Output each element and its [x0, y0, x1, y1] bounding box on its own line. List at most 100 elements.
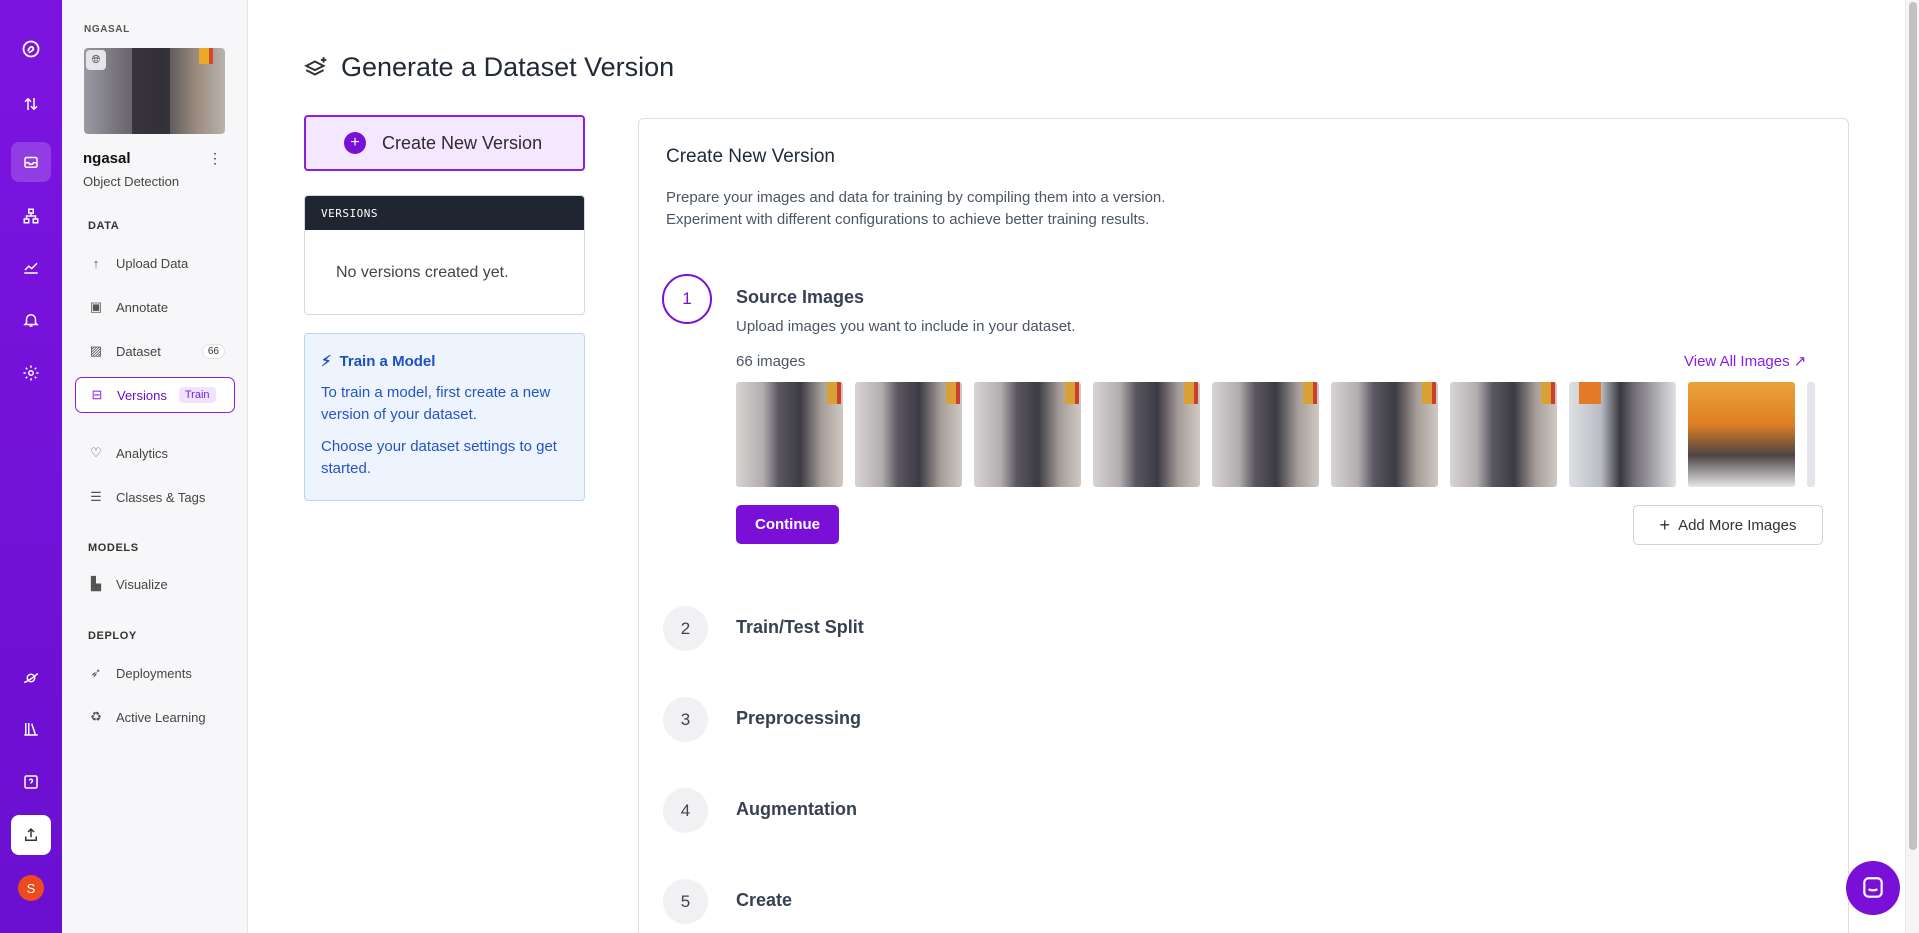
card-title: Create New Version: [666, 146, 835, 167]
image-thumbnail[interactable]: [974, 382, 1081, 487]
image-icon: ▨: [89, 343, 103, 358]
image-thumbnail[interactable]: [1688, 382, 1795, 487]
plus-icon: +: [1659, 514, 1671, 535]
project-sidebar: NGASAL 🌐︎ ngasal ⋮ Object Detection DATA…: [62, 0, 248, 933]
sidebar-item-classes-tags[interactable]: ☰ Classes & Tags: [75, 479, 235, 515]
recycle-icon: ♻: [90, 709, 102, 724]
step-1-title[interactable]: Source Images: [736, 287, 864, 308]
step-2-indicator: 2: [663, 606, 708, 651]
continue-button[interactable]: Continue: [736, 505, 839, 544]
image-strip: [736, 382, 1821, 487]
sidebar-item-label: Dataset: [116, 343, 161, 359]
gear-icon[interactable]: [11, 353, 51, 393]
add-more-images-label: Add More Images: [1678, 516, 1797, 534]
help-icon[interactable]: [11, 762, 51, 802]
sidebar-item-label: Analytics: [116, 445, 169, 461]
inbox-icon[interactable]: [11, 142, 51, 182]
create-new-version-label: Create New Version: [382, 132, 543, 153]
step-3-title[interactable]: Preprocessing: [736, 708, 861, 729]
train-card-text-1: To train a model, first create a new ver…: [321, 384, 551, 423]
step-1-indicator: 1: [662, 274, 712, 324]
sidebar-item-analytics[interactable]: ♡ Analytics: [75, 435, 235, 471]
section-models: MODELS: [88, 542, 139, 554]
sidebar-item-deployments[interactable]: ➶ Deployments: [75, 655, 235, 691]
annotate-icon: ▣: [89, 299, 103, 314]
section-deploy: DEPLOY: [88, 630, 137, 642]
icon-rail: S: [0, 0, 62, 933]
add-more-images-button[interactable]: + Add More Images: [1633, 505, 1823, 545]
sidebar-item-annotate[interactable]: ▣ Annotate: [75, 289, 235, 325]
project-name: ngasal: [83, 150, 131, 167]
create-new-version-button[interactable]: + Create New Version: [304, 115, 585, 171]
step-5-title[interactable]: Create: [736, 890, 792, 911]
layers-plus-icon: [304, 56, 327, 76]
list-icon: ☰: [90, 489, 102, 504]
page-header: Generate a Dataset Version: [303, 52, 674, 83]
plus-circle-icon: +: [344, 132, 366, 154]
project-thumbnail[interactable]: 🌐︎: [84, 48, 225, 134]
rocket-icon: ➶: [90, 665, 102, 680]
step-5-indicator: 5: [663, 879, 708, 924]
description-line-1: Prepare your images and data for trainin…: [666, 189, 1166, 206]
description-line-2: Experiment with different configurations…: [666, 211, 1150, 228]
user-avatar[interactable]: S: [11, 868, 51, 908]
workspace-label: NGASAL: [84, 24, 130, 35]
image-thumbnail[interactable]: [1093, 382, 1200, 487]
bell-icon[interactable]: [11, 300, 51, 340]
image-thumbnail[interactable]: [736, 382, 843, 487]
versions-icon: ⊟: [91, 387, 103, 402]
versions-panel: VERSIONS No versions created yet.: [304, 195, 585, 315]
image-thumbnail[interactable]: [1331, 382, 1438, 487]
train-card-title: Train a Model: [339, 352, 436, 370]
sidebar-item-visualize[interactable]: ▙ Visualize: [75, 566, 235, 602]
sidebar-item-active-learning[interactable]: ♻ Active Learning: [75, 699, 235, 735]
image-thumbnail[interactable]: [1450, 382, 1557, 487]
sidebar-item-label: Active Learning: [116, 709, 206, 725]
sidebar-item-label: Deployments: [116, 665, 192, 681]
scrollbar-thumb[interactable]: [1909, 2, 1917, 850]
upload-arrow-icon: ↑: [92, 255, 100, 271]
lightning-icon: ⚡︎: [321, 353, 332, 370]
more-options-icon[interactable]: ⋮: [208, 150, 222, 167]
workflow-icon[interactable]: [11, 196, 51, 236]
sidebar-item-dataset[interactable]: ▨ Dataset 66: [75, 333, 235, 369]
image-thumbnail[interactable]: [1569, 382, 1676, 487]
train-card-text-2: Choose your dataset settings to get star…: [321, 438, 557, 477]
step-4-title[interactable]: Augmentation: [736, 799, 857, 820]
sidebar-item-upload-data[interactable]: ↑ Upload Data: [75, 245, 235, 281]
image-thumbnail[interactable]: [1807, 382, 1815, 487]
heart-pulse-icon: ♡: [90, 445, 102, 460]
sidebar-item-versions[interactable]: ⊟ Versions Train: [75, 377, 235, 413]
planet-icon[interactable]: [11, 658, 51, 698]
image-thumbnail[interactable]: [855, 382, 962, 487]
dataset-count-badge: 66: [201, 343, 225, 359]
section-data: DATA: [88, 220, 120, 232]
image-thumbnail[interactable]: [1212, 382, 1319, 487]
versions-empty-text: No versions created yet.: [336, 264, 509, 281]
page-scrollbar[interactable]: [1905, 0, 1919, 933]
chat-icon: [1863, 877, 1883, 898]
project-type: Object Detection: [83, 174, 180, 189]
transfer-icon[interactable]: [11, 84, 51, 124]
upload-icon[interactable]: [11, 815, 51, 855]
library-icon[interactable]: [11, 709, 51, 749]
chat-launcher-button[interactable]: [1846, 861, 1900, 915]
sidebar-item-label: Visualize: [116, 576, 168, 592]
roboflow-logo-icon[interactable]: [11, 29, 51, 69]
view-all-images-link[interactable]: View All Images ↗: [1684, 352, 1806, 370]
chart-icon[interactable]: [11, 247, 51, 287]
sidebar-item-label: Annotate: [116, 299, 169, 315]
image-count: 66 images: [736, 353, 806, 370]
page-title: Generate a Dataset Version: [341, 52, 675, 82]
train-badge: Train: [178, 387, 216, 403]
step-4-indicator: 4: [663, 788, 708, 833]
step-1-subtitle: Upload images you want to include in you…: [736, 318, 1076, 335]
avatar-letter: S: [18, 875, 44, 901]
bar-chart-icon: ▙: [91, 576, 101, 591]
step-2-title[interactable]: Train/Test Split: [736, 617, 864, 638]
step-3-indicator: 3: [663, 697, 708, 742]
train-model-card: ⚡︎ Train a Model To train a model, first…: [304, 333, 585, 501]
create-version-card: Create New Version Prepare your images a…: [638, 118, 1849, 933]
card-description: Prepare your images and data for trainin…: [666, 187, 1165, 231]
globe-icon: 🌐︎: [86, 50, 106, 70]
